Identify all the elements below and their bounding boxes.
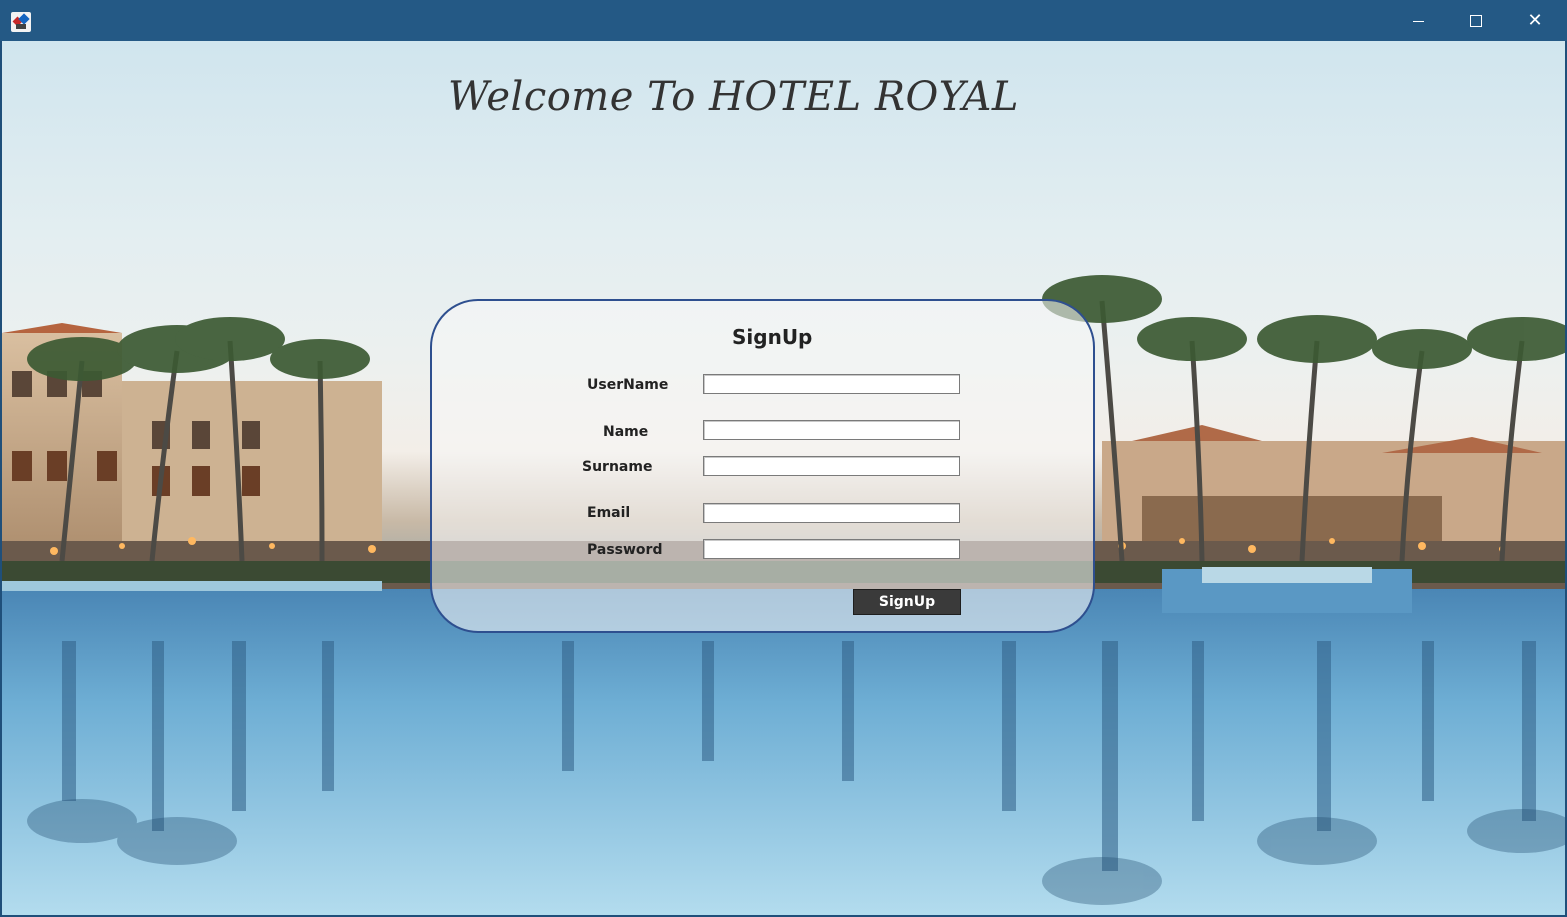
signup-title: SignUp xyxy=(732,325,813,349)
minimize-button[interactable] xyxy=(1389,0,1447,41)
surname-label: Surname xyxy=(582,459,653,475)
close-button[interactable]: ✕ xyxy=(1506,0,1564,41)
java-app-icon[interactable] xyxy=(11,12,31,32)
password-label: Password xyxy=(587,542,663,558)
signup-button[interactable]: SignUp xyxy=(853,589,961,615)
welcome-title: Welcome To HOTEL ROYAL xyxy=(448,74,1019,120)
username-field[interactable] xyxy=(703,374,960,394)
title-bar: ✕ xyxy=(0,0,1567,41)
email-field[interactable] xyxy=(703,503,960,523)
hotel-background-image: Welcome To HOTEL ROYAL SignUp UserName N… xyxy=(2,41,1565,915)
close-icon: ✕ xyxy=(1527,9,1543,31)
signup-panel: SignUp UserName Name Surname Email Passw… xyxy=(430,299,1095,633)
surname-field[interactable] xyxy=(703,456,960,476)
maximize-icon xyxy=(1470,14,1482,27)
name-field[interactable] xyxy=(703,420,960,440)
maximize-button[interactable] xyxy=(1447,0,1505,41)
username-label: UserName xyxy=(587,377,669,393)
minimize-icon xyxy=(1412,21,1424,22)
password-field[interactable] xyxy=(703,539,960,559)
name-label: Name xyxy=(603,424,649,440)
email-label: Email xyxy=(587,505,631,521)
